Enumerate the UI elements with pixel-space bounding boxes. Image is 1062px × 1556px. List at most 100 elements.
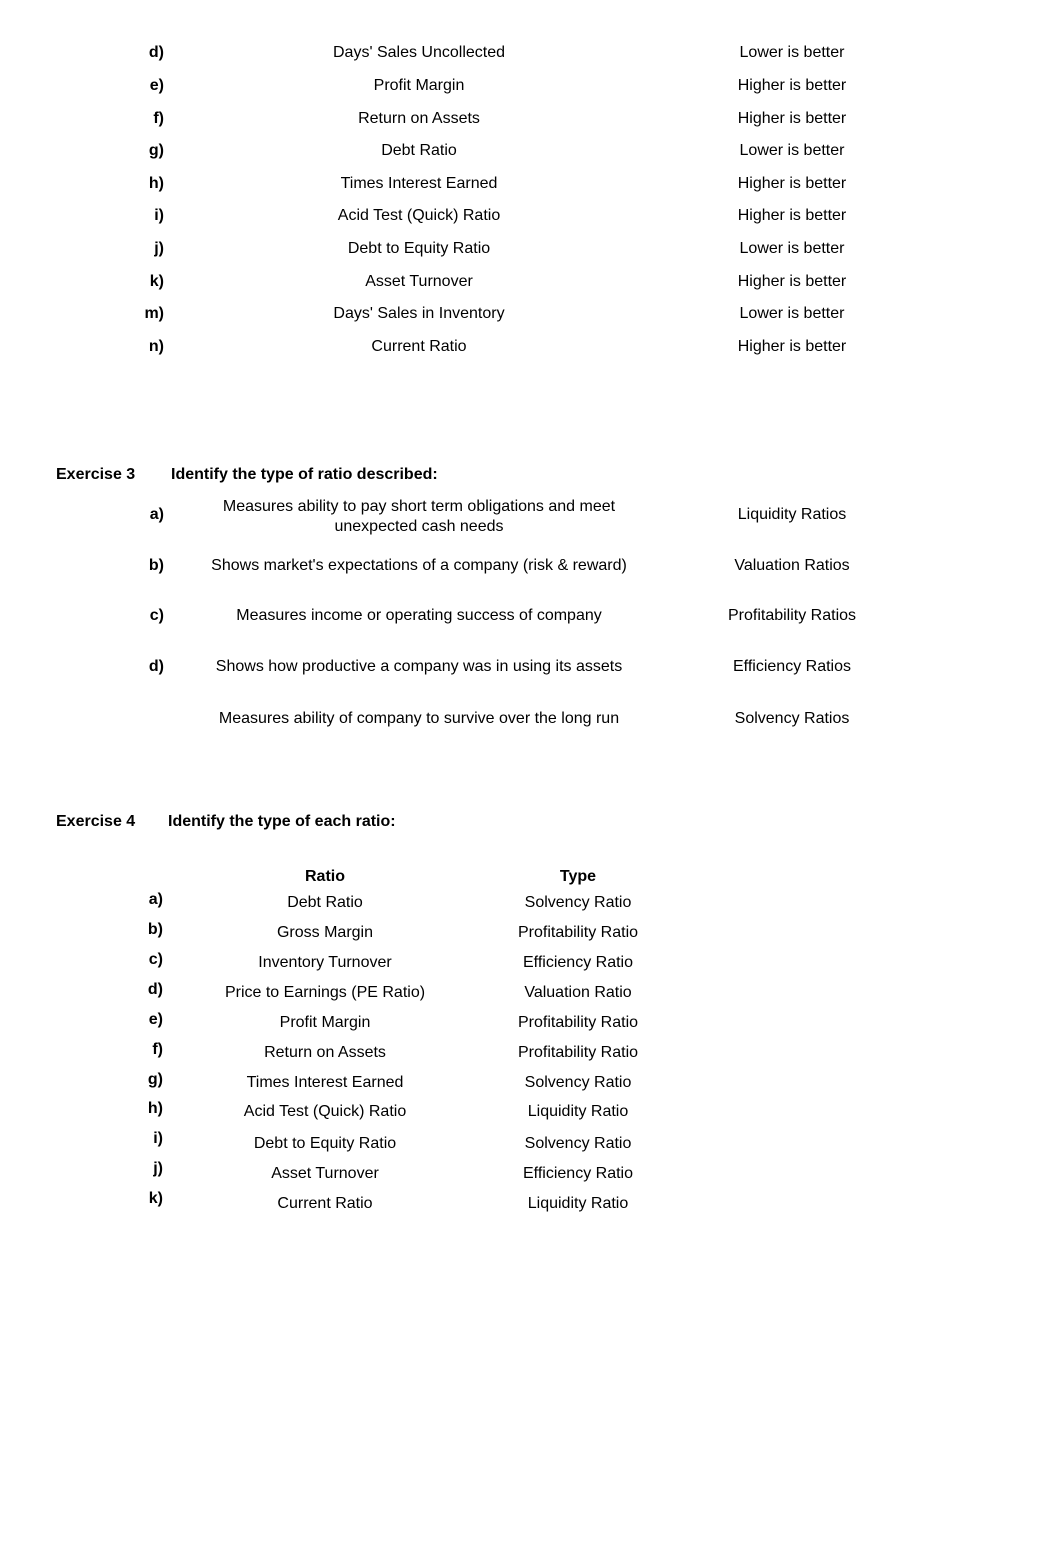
table-row: k) Asset Turnover Higher is better <box>0 273 1062 297</box>
row-label: e) <box>148 1011 163 1028</box>
row-label: m) <box>144 305 164 322</box>
ratio-type-answer: Profitability Ratios <box>727 607 857 624</box>
ratio-name: Days' Sales in Inventory <box>333 305 505 322</box>
row-label: g) <box>147 1071 163 1088</box>
ratio-name: Price to Earnings (PE Ratio) <box>224 984 426 1001</box>
table-row: Measures ability of company to survive o… <box>0 710 1062 734</box>
direction-value: Higher is better <box>737 110 847 127</box>
ratio-type: Profitability Ratio <box>517 1014 639 1031</box>
table-row: j) Debt to Equity Ratio Lower is better <box>0 240 1062 264</box>
table-row: j) Asset Turnover Efficiency Ratio <box>0 1160 1062 1189</box>
ratio-name: Debt to Equity Ratio <box>253 1135 397 1152</box>
row-label: b) <box>148 557 164 574</box>
exercise3-title: Exercise 3 <box>56 466 136 483</box>
ratio-name: Gross Margin <box>276 924 374 941</box>
ratio-type: Liquidity Ratio <box>527 1103 629 1120</box>
row-label: h) <box>147 1100 163 1117</box>
ratio-name: Acid Test (Quick) Ratio <box>337 207 501 224</box>
direction-value: Higher is better <box>737 273 847 290</box>
table-row: k) Current Ratio Liquidity Ratio <box>0 1190 1062 1219</box>
row-label: d) <box>147 981 163 998</box>
row-label: a) <box>148 891 163 908</box>
table-row: i) Acid Test (Quick) Ratio Higher is bet… <box>0 207 1062 231</box>
ratio-type: Valuation Ratio <box>524 984 632 1001</box>
ratio-name: Debt Ratio <box>381 142 457 159</box>
direction-value: Lower is better <box>739 240 845 257</box>
column-header-type: Type <box>559 868 597 885</box>
table-row: d) Price to Earnings (PE Ratio) Valuatio… <box>0 981 1062 1008</box>
ratio-name: Debt Ratio <box>287 894 363 911</box>
table-row: e) Profit Margin Profitability Ratio <box>0 1011 1062 1038</box>
table-row: a) Measures ability to pay short term ob… <box>0 498 1062 535</box>
row-label: j) <box>153 1160 163 1177</box>
table-row: d) Shows how productive a company was in… <box>0 658 1062 682</box>
table-row: c) Inventory Turnover Efficiency Ratio <box>0 951 1062 978</box>
ratio-description: Shows how productive a company was in us… <box>215 658 623 675</box>
ratio-name: Acid Test (Quick) Ratio <box>243 1103 407 1120</box>
ratio-name: Times Interest Earned <box>246 1074 404 1091</box>
table-row: g) Times Interest Earned Solvency Ratio <box>0 1071 1062 1098</box>
ratio-name: Profit Margin <box>279 1014 371 1031</box>
row-label: f) <box>153 110 164 127</box>
ratio-name: Debt to Equity Ratio <box>347 240 491 257</box>
table-row: m) Days' Sales in Inventory Lower is bet… <box>0 305 1062 329</box>
row-label: j) <box>154 240 164 257</box>
table-row: e) Profit Margin Higher is better <box>0 77 1062 101</box>
row-label: c) <box>148 951 163 968</box>
table-row: i) Debt to Equity Ratio Solvency Ratio <box>0 1130 1062 1159</box>
ratio-type: Efficiency Ratio <box>523 954 633 971</box>
row-label: b) <box>147 921 163 938</box>
row-label: k) <box>149 273 164 290</box>
ratio-type: Profitability Ratio <box>517 924 639 941</box>
table-row: f) Return on Assets Higher is better <box>0 110 1062 134</box>
ratio-description: Measures ability to pay short term oblig… <box>222 498 616 535</box>
table-row: b) Gross Margin Profitability Ratio <box>0 921 1062 948</box>
ratio-name: Return on Assets <box>264 1044 386 1061</box>
ratio-description: Measures ability of company to survive o… <box>218 710 620 727</box>
direction-value: Lower is better <box>739 142 845 159</box>
ratio-description: Shows market's expectations of a company… <box>211 557 627 574</box>
ratio-type: Efficiency Ratio <box>523 1165 633 1182</box>
row-label: h) <box>148 175 164 192</box>
row-label: k) <box>148 1190 163 1207</box>
table-row: n) Current Ratio Higher is better <box>0 338 1062 362</box>
row-label: d) <box>148 44 164 61</box>
ratio-type: Liquidity Ratio <box>527 1195 629 1212</box>
exercise3-instruction: Identify the type of ratio described: <box>171 466 438 483</box>
row-label: n) <box>148 338 164 355</box>
table-row: b) Shows market's expectations of a comp… <box>0 557 1062 581</box>
direction-value: Lower is better <box>739 305 845 322</box>
ratio-name: Current Ratio <box>277 1195 373 1212</box>
direction-value: Lower is better <box>739 44 845 61</box>
direction-value: Higher is better <box>737 175 847 192</box>
ratio-description: Measures income or operating success of … <box>236 607 602 624</box>
row-label: e) <box>149 77 164 94</box>
table-row: d) Days' Sales Uncollected Lower is bett… <box>0 44 1062 68</box>
direction-value: Higher is better <box>737 77 847 94</box>
table-row: c) Measures income or operating success … <box>0 607 1062 631</box>
row-label: a) <box>149 506 164 523</box>
row-label: i) <box>154 207 164 224</box>
row-label: f) <box>152 1041 163 1058</box>
table-row: f) Return on Assets Profitability Ratio <box>0 1041 1062 1068</box>
table-row: g) Debt Ratio Lower is better <box>0 142 1062 166</box>
ratio-type: Solvency Ratio <box>524 1135 632 1152</box>
ratio-type: Solvency Ratio <box>524 894 632 911</box>
table-row: a) Debt Ratio Solvency Ratio <box>0 891 1062 918</box>
ratio-name: Inventory Turnover <box>258 954 392 971</box>
table-row: h) Times Interest Earned Higher is bette… <box>0 175 1062 199</box>
ratio-type-answer: Solvency Ratios <box>734 710 850 727</box>
ratio-name: Return on Assets <box>358 110 480 127</box>
exercise4-instruction: Identify the type of each ratio: <box>168 813 396 830</box>
row-label: c) <box>149 607 164 624</box>
ratio-type-answer: Efficiency Ratios <box>733 658 851 675</box>
ratio-name: Profit Margin <box>373 77 465 94</box>
ratio-type: Solvency Ratio <box>524 1074 632 1091</box>
ratio-name: Asset Turnover <box>271 1165 379 1182</box>
row-label: d) <box>148 658 164 675</box>
ratio-type-answer: Liquidity Ratios <box>737 506 847 523</box>
direction-value: Higher is better <box>737 338 847 355</box>
ratio-name: Asset Turnover <box>365 273 473 290</box>
direction-value: Higher is better <box>737 207 847 224</box>
table-row: h) Acid Test (Quick) Ratio Liquidity Rat… <box>0 1100 1062 1127</box>
